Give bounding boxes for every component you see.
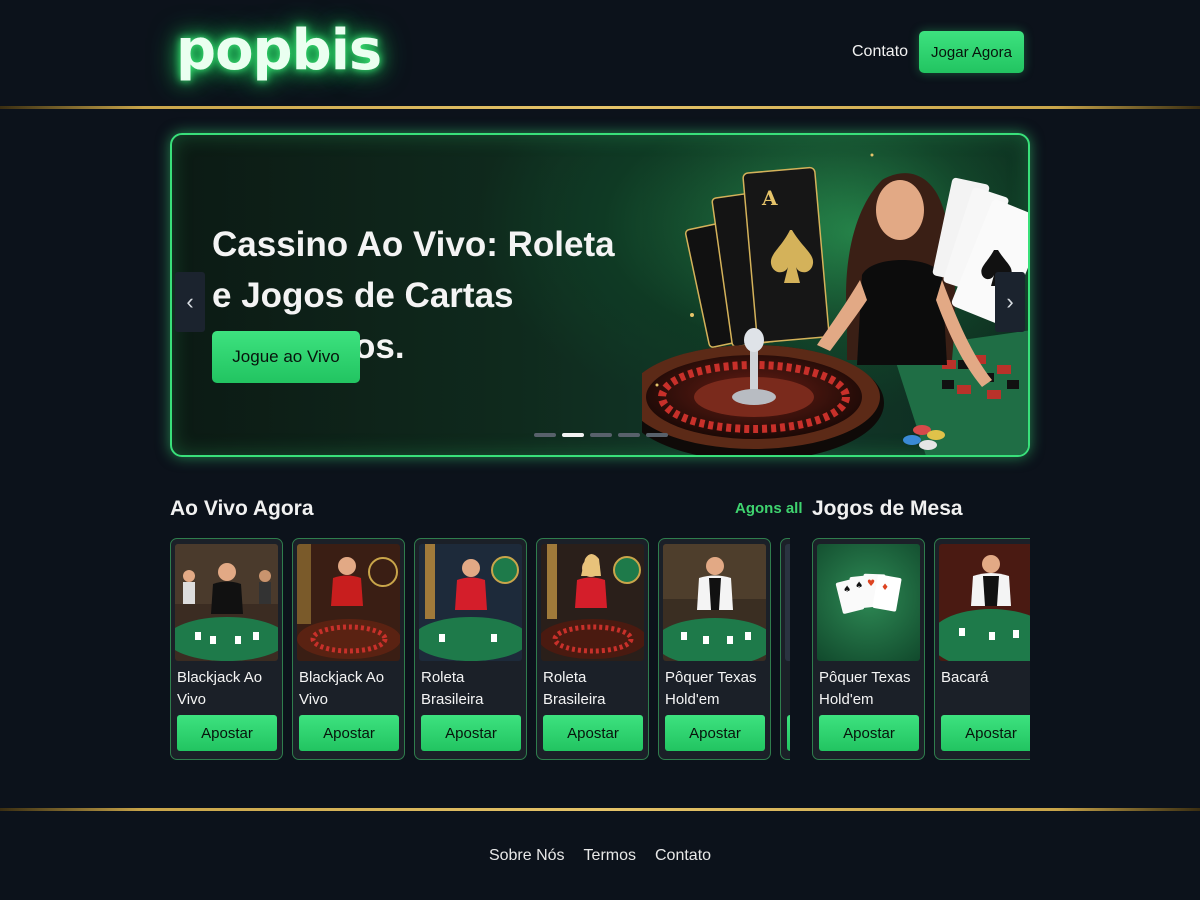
- bet-button[interactable]: Apostar: [421, 715, 521, 751]
- hero-banner: A Cassino Ao Vivo: Roleta e Jogos de Car…: [170, 133, 1030, 457]
- svg-text:♠: ♠: [843, 585, 851, 595]
- game-thumbnail: [175, 544, 278, 661]
- play-live-button[interactable]: Jogue ao Vivo: [212, 331, 360, 383]
- table-games-title: Jogos de Mesa: [812, 497, 963, 520]
- game-thumbnail: [939, 544, 1030, 661]
- footer-link-terms[interactable]: Termos: [584, 847, 636, 865]
- game-thumbnail: [785, 544, 790, 661]
- game-card-partial[interactable]: [780, 538, 790, 760]
- chevron-left-icon[interactable]: ‹: [175, 272, 205, 332]
- game-card[interactable]: Pôquer Texas Hold'em Apostar: [658, 538, 771, 760]
- bet-button[interactable]: Apostar: [299, 715, 399, 751]
- hero-casino-illustration: A: [642, 135, 1028, 455]
- site-header: popbis Contato Jogar Agora: [0, 0, 1200, 106]
- game-card[interactable]: Roleta Brasileira Apostar: [536, 538, 649, 760]
- footer-nav: Sobre Nós Termos Contato: [0, 847, 1200, 865]
- bet-button[interactable]: Apostar: [543, 715, 643, 751]
- game-card[interactable]: Blackjack Ao Vivo Apostar: [170, 538, 283, 760]
- bet-button[interactable]: Apostar: [177, 715, 277, 751]
- see-all-link[interactable]: Agons all: [735, 500, 803, 517]
- bet-button[interactable]: Apostar: [819, 715, 919, 751]
- carousel-dot[interactable]: [618, 433, 640, 437]
- game-card-label: Roleta Brasileira: [421, 669, 484, 708]
- game-card[interactable]: Roleta Brasileira Apostar: [414, 538, 527, 760]
- game-thumbnail: [419, 544, 522, 661]
- game-card-label: Blackjack Ao Vivo: [299, 669, 385, 708]
- game-card[interactable]: ♠ ♠ ♥ ♦ Pôquer Texas Hold'em Apostar: [812, 538, 925, 760]
- live-games-row: Blackjack Ao Vivo Apostar Blackjack Ao V…: [170, 538, 790, 760]
- game-thumbnail: [663, 544, 766, 661]
- footer-divider: [0, 808, 1200, 811]
- svg-text:♠: ♠: [855, 581, 863, 591]
- game-card-label: Pôquer Texas Hold'em: [665, 669, 757, 708]
- bet-button[interactable]: [787, 715, 790, 751]
- game-card-label: Roleta Brasileira: [543, 669, 606, 708]
- carousel-dot[interactable]: [534, 433, 556, 437]
- header-divider: [0, 106, 1200, 109]
- live-section-title: Ao Vivo Agora: [170, 497, 314, 520]
- play-now-button[interactable]: Jogar Agora: [919, 31, 1024, 73]
- brand-logo[interactable]: popbis: [176, 20, 382, 82]
- carousel-dot[interactable]: [590, 433, 612, 437]
- bet-button[interactable]: Apostar: [665, 715, 765, 751]
- svg-text:A: A: [761, 186, 778, 210]
- game-card[interactable]: Bacará Apostar: [934, 538, 1030, 760]
- footer-link-contact[interactable]: Contato: [655, 847, 711, 865]
- game-thumbnail: [297, 544, 400, 661]
- game-card-label: Blackjack Ao Vivo: [177, 669, 263, 708]
- svg-text:♥: ♥: [867, 579, 875, 589]
- table-games-row: ♠ ♠ ♥ ♦ Pôquer Texas Hold'em Apostar Bacará…: [812, 538, 1030, 760]
- carousel-dot[interactable]: [646, 433, 668, 437]
- nav-contato-link[interactable]: Contato: [852, 43, 908, 61]
- game-card-label: Bacará: [941, 669, 989, 686]
- carousel-dots: [534, 433, 668, 437]
- game-card-label: Pôquer Texas Hold'em: [819, 669, 911, 708]
- game-card[interactable]: Blackjack Ao Vivo Apostar: [292, 538, 405, 760]
- game-thumbnail: ♠ ♠ ♥ ♦: [817, 544, 920, 661]
- svg-text:♦: ♦: [881, 583, 889, 593]
- game-thumbnail: [541, 544, 644, 661]
- chevron-right-icon[interactable]: ›: [995, 272, 1025, 332]
- footer-link-about[interactable]: Sobre Nós: [489, 847, 565, 865]
- bet-button[interactable]: Apostar: [941, 715, 1030, 751]
- carousel-dot-active[interactable]: [562, 433, 584, 437]
